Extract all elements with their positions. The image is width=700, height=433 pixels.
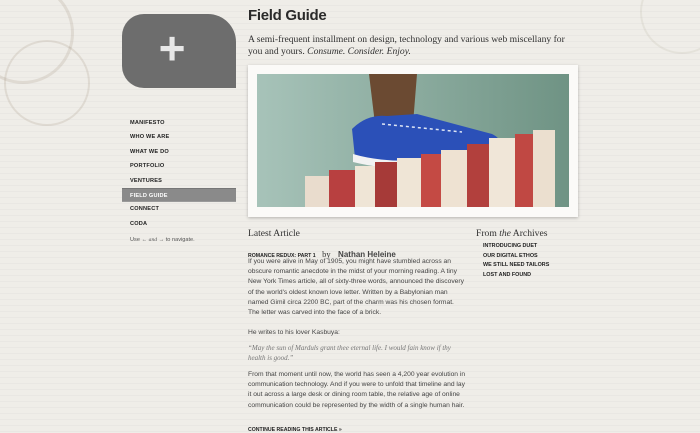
keyboard-navigation-hint: Use ← and → to navigate.: [130, 237, 195, 243]
logo-plus-symbol: +: [159, 22, 186, 74]
archive-link[interactable]: LOST AND FOUND: [483, 271, 549, 281]
page-tagline: A semi-frequent installment on design, t…: [248, 34, 565, 57]
continue-reading-link[interactable]: CONTINUE READING THIS ARTICLE »: [248, 427, 342, 433]
article-paragraph: He writes to his lover Kasbuya:: [248, 329, 340, 336]
archive-link[interactable]: WE STILL NEED TAILORS: [483, 261, 549, 271]
nav-item-what-we-do[interactable]: WHAT WE DO: [122, 145, 236, 159]
nav-item-coda[interactable]: CODA: [122, 217, 236, 231]
archive-link[interactable]: OUR DIGITAL ETHOS: [483, 252, 549, 262]
archive-link[interactable]: INTRODUCING DUET: [483, 242, 549, 252]
nav-item-ventures[interactable]: VENTURES: [122, 174, 236, 188]
article-paragraph: If you were alive in May of 1905, you mi…: [248, 258, 464, 317]
coffee-stain-decoration: [640, 0, 700, 54]
coffee-stain-decoration: [4, 40, 90, 126]
hero-image-frame: [248, 65, 578, 217]
page-title: Field Guide: [248, 7, 327, 24]
hero-image: [257, 74, 569, 207]
nav-item-connect[interactable]: CONNECT: [122, 202, 236, 216]
nav-item-portfolio[interactable]: PORTFOLIO: [122, 159, 236, 173]
site-logo[interactable]: +: [122, 14, 236, 88]
main-navigation: MANIFESTO WHO WE ARE WHAT WE DO PORTFOLI…: [122, 116, 236, 231]
archives-list: INTRODUCING DUET OUR DIGITAL ETHOS WE ST…: [483, 242, 549, 280]
nav-item-manifesto[interactable]: MANIFESTO: [122, 116, 236, 130]
latest-article-heading: Latest Article: [248, 228, 300, 239]
nav-item-who-we-are[interactable]: WHO WE ARE: [122, 130, 236, 144]
nav-item-field-guide[interactable]: FIELD GUIDE: [122, 187, 236, 203]
article-quote: “May the sun of Marduls grant thee etern…: [248, 344, 451, 363]
article-paragraph: From that moment until now, the world ha…: [248, 371, 466, 409]
archives-heading: From the Archives: [476, 228, 548, 239]
